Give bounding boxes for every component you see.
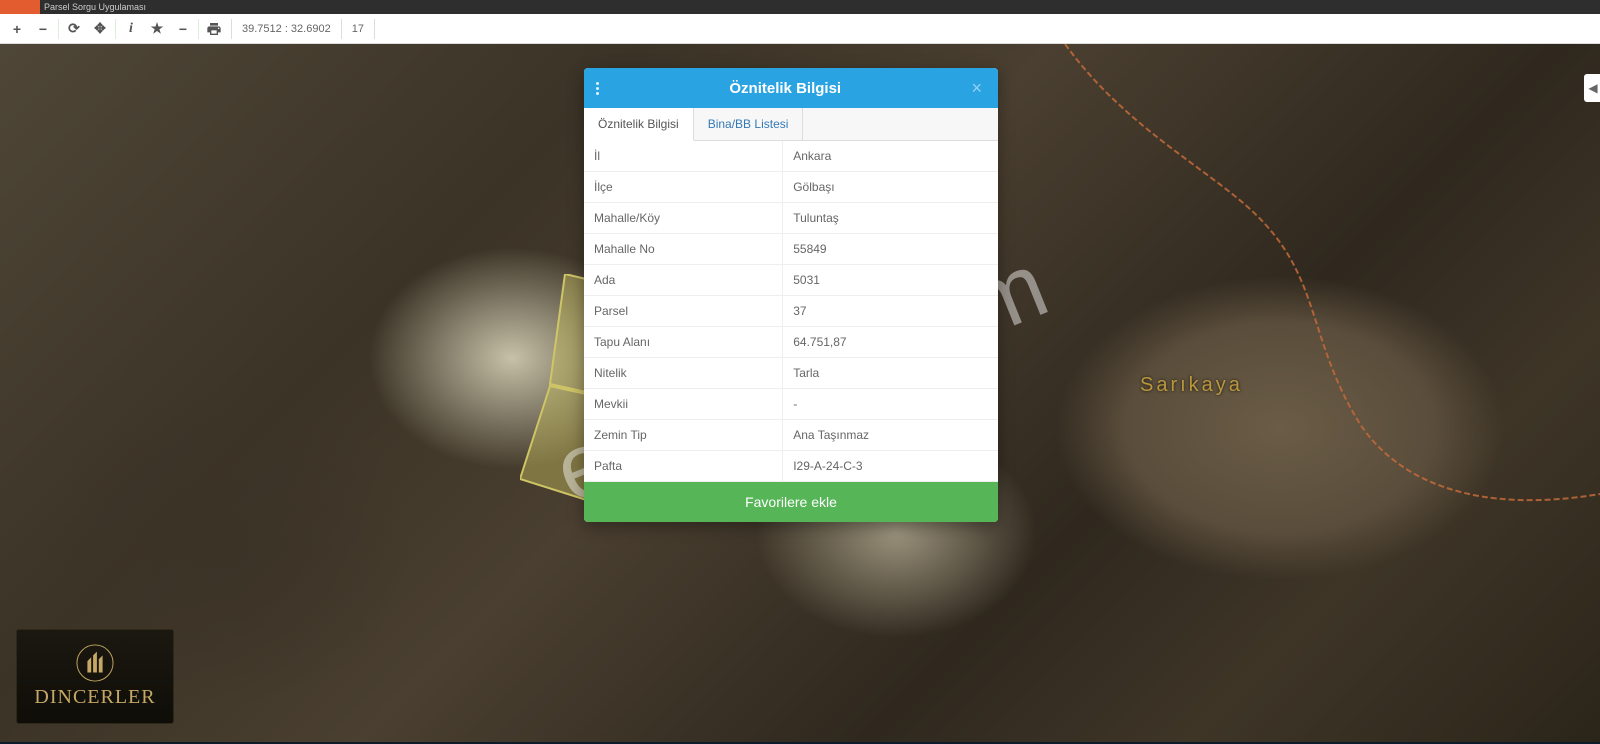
table-row: Parsel37	[584, 296, 998, 327]
modal-tabs: Öznitelik Bilgisi Bina/BB Listesi	[584, 108, 998, 141]
modal-title: Öznitelik Bilgisi	[603, 80, 967, 97]
table-row: PaftaI29-A-24-C-3	[584, 451, 998, 482]
toolbar-separator	[198, 19, 199, 39]
info-icon[interactable]: i	[118, 16, 144, 42]
attr-label: Mahalle/Köy	[584, 203, 783, 234]
add-favorite-button[interactable]: Favorilere ekle	[584, 482, 998, 522]
table-row: Mahalle/KöyTuluntaş	[584, 203, 998, 234]
drag-handle-icon[interactable]	[596, 82, 599, 95]
attr-value: 64.751,87	[783, 327, 998, 358]
table-row: Tapu Alanı64.751,87	[584, 327, 998, 358]
star-icon[interactable]: ★	[144, 16, 170, 42]
toolbar: + − ⟳ ✥ i ★ − 39.7512 : 32.6902 17	[0, 14, 1600, 44]
attr-label: Mahalle No	[584, 234, 783, 265]
attr-value: -	[783, 389, 998, 420]
attr-value: Tuluntaş	[783, 203, 998, 234]
table-row: NitelikTarla	[584, 358, 998, 389]
tab-attributes[interactable]: Öznitelik Bilgisi	[584, 108, 694, 141]
attr-value: 55849	[783, 234, 998, 265]
attr-label: İl	[584, 141, 783, 172]
attr-value: 37	[783, 296, 998, 327]
toolbar-separator	[115, 19, 116, 39]
attr-label: İlçe	[584, 172, 783, 203]
attr-label: Zemin Tip	[584, 420, 783, 451]
map-viewport[interactable]: Sarıkaya emlakjet.com ◀ DINCERLER Öznite…	[0, 44, 1600, 742]
place-label-sarikaya: Sarıkaya	[1140, 374, 1243, 397]
table-row: İlçeGölbaşı	[584, 172, 998, 203]
attr-label: Tapu Alanı	[584, 327, 783, 358]
attr-label: Mevkii	[584, 389, 783, 420]
table-row: Zemin TipAna Taşınmaz	[584, 420, 998, 451]
attr-value: Ankara	[783, 141, 998, 172]
attr-label: Parsel	[584, 296, 783, 327]
attribute-table: İlAnkaraİlçeGölbaşıMahalle/KöyTuluntaşMa…	[584, 141, 998, 482]
attr-value: 5031	[783, 265, 998, 296]
table-row: İlAnkara	[584, 141, 998, 172]
attr-label: Nitelik	[584, 358, 783, 389]
print-icon[interactable]	[201, 16, 227, 42]
expand-panel-button[interactable]: ◀	[1584, 74, 1600, 102]
attr-value: Ana Taşınmaz	[783, 420, 998, 451]
attr-value: I29-A-24-C-3	[783, 451, 998, 482]
coordinates-display: 39.7512 : 32.6902	[231, 19, 342, 39]
table-row: Mevkii-	[584, 389, 998, 420]
tab-bina-list[interactable]: Bina/BB Listesi	[694, 108, 804, 140]
table-row: Mahalle No55849	[584, 234, 998, 265]
zoom-in-icon[interactable]: +	[4, 16, 30, 42]
attr-value: Gölbaşı	[783, 172, 998, 203]
attr-label: Pafta	[584, 451, 783, 482]
refresh-icon[interactable]: ⟳	[61, 16, 87, 42]
move-icon[interactable]: ✥	[87, 16, 113, 42]
header-accent	[0, 0, 40, 14]
logo-icon	[76, 644, 114, 682]
attr-label: Ada	[584, 265, 783, 296]
modal-header: Öznitelik Bilgisi ×	[584, 68, 998, 108]
minus-icon[interactable]: −	[170, 16, 196, 42]
app-header: Parsel Sorgu Uygulaması	[0, 0, 1600, 14]
toolbar-separator	[58, 19, 59, 39]
attribute-info-modal: Öznitelik Bilgisi × Öznitelik Bilgisi Bi…	[584, 68, 998, 522]
app-title: Parsel Sorgu Uygulaması	[40, 0, 146, 14]
table-row: Ada5031	[584, 265, 998, 296]
company-logo: DINCERLER	[16, 629, 174, 724]
zoom-out-icon[interactable]: −	[30, 16, 56, 42]
close-icon[interactable]: ×	[967, 78, 986, 99]
attr-value: Tarla	[783, 358, 998, 389]
zoom-level-display: 17	[342, 19, 375, 39]
logo-text: DINCERLER	[34, 686, 155, 709]
